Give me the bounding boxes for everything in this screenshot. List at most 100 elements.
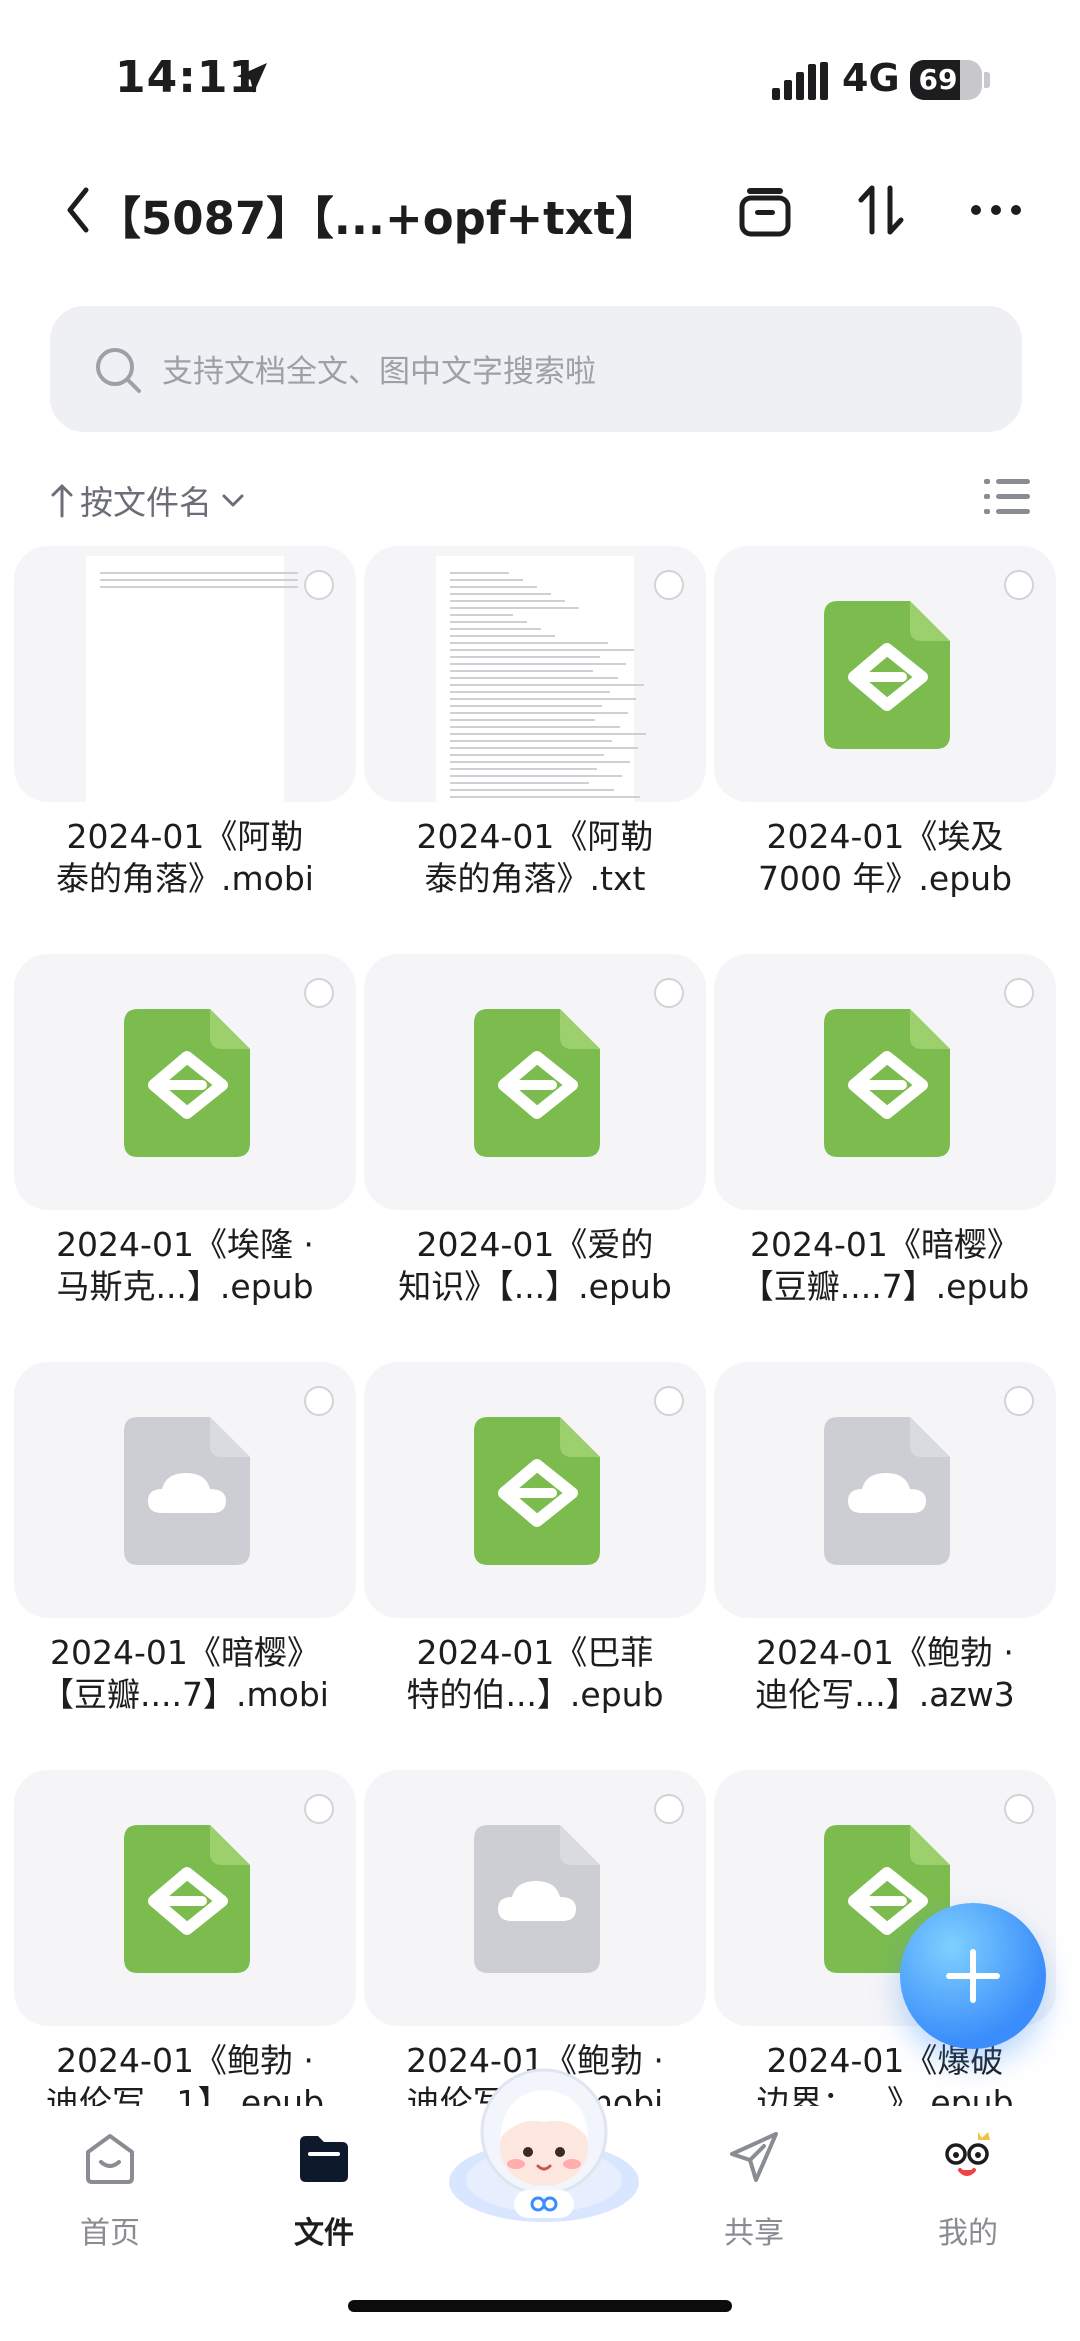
archive-box-icon[interactable] <box>735 180 795 240</box>
select-circle[interactable] <box>654 978 684 1008</box>
select-circle[interactable] <box>654 1794 684 1824</box>
file-name-line: 2024-01《暗樱》 <box>750 1225 1020 1264</box>
file-thumbnail <box>14 1362 356 1618</box>
file-name-line: 2024-01《阿勒 <box>416 817 654 856</box>
list-view-icon[interactable] <box>984 476 1030 518</box>
nav-header: 【5087】【...+opf+txt】 <box>0 160 1080 260</box>
document-preview <box>86 556 298 802</box>
file-thumbnail <box>714 954 1056 1210</box>
select-circle[interactable] <box>304 1794 334 1824</box>
file-item[interactable]: 2024-01《暗樱》 【豆瓣....7】.mobi <box>14 1362 356 1762</box>
file-item[interactable]: 2024-01《埃及 7000 年》.epub <box>714 546 1056 946</box>
file-item[interactable]: 2024-01《埃隆 · 马斯克...】.epub <box>14 954 356 1354</box>
file-name-line: 泰的角落》.txt <box>424 859 646 898</box>
file-thumbnail <box>364 954 706 1210</box>
tab-home-label: 首页 <box>80 2216 140 2251</box>
status-bar: 14:11 4G 69 <box>0 0 1080 150</box>
search-input[interactable]: 支持文档全文、图中文字搜索啦 <box>50 306 1022 432</box>
search-placeholder: 支持文档全文、图中文字搜索啦 <box>162 354 596 390</box>
epub-file-icon <box>124 1009 250 1157</box>
file-name-line: 知识》【...】.epub <box>398 1267 672 1306</box>
file-name-line: 2024-01《爱的 <box>416 1225 654 1264</box>
file-item[interactable]: 2024-01《阿勒 泰的角落》.mobi <box>14 546 356 946</box>
search-icon <box>96 348 141 393</box>
epub-file-icon <box>824 601 950 749</box>
epub-file-icon <box>124 1825 250 1973</box>
select-circle[interactable] <box>1004 1794 1034 1824</box>
mascot-assistant-button[interactable] <box>444 2062 644 2232</box>
network-type: 4G <box>842 56 900 100</box>
file-item[interactable]: 2024-01《巴菲 特的伯...】.epub <box>364 1362 706 1762</box>
tab-share[interactable]: 共享 <box>674 2128 834 2268</box>
battery-icon: 69 <box>910 60 982 100</box>
sort-row: 按文件名 <box>50 470 1030 530</box>
file-item[interactable]: 2024-01《爱的 知识》【...】.epub <box>364 954 706 1354</box>
file-name-line: 2024-01《爆破 <box>766 2041 1004 2080</box>
file-thumbnail <box>14 1770 356 2026</box>
file-thumbnail <box>714 546 1056 802</box>
file-name: 2024-01《爆破边界：...》.epub <box>714 2040 1056 2106</box>
file-thumbnail <box>714 1362 1056 1618</box>
file-name: 2024-01《阿勒 泰的角落》.txt <box>364 816 706 900</box>
home-icon <box>86 2134 134 2184</box>
select-circle[interactable] <box>304 570 334 600</box>
file-item[interactable]: 2024-01《阿勒 泰的角落》.txt <box>364 546 706 946</box>
file-item[interactable]: 2024-01《鲍勃 · 迪伦写...1】.epub <box>14 1770 356 2106</box>
sort-by-name-button[interactable]: 按文件名 <box>50 470 248 530</box>
file-name: 2024-01《埃及 7000 年》.epub <box>714 816 1056 900</box>
select-circle[interactable] <box>1004 570 1034 600</box>
file-name-line: 泰的角落》.mobi <box>56 859 314 898</box>
file-name-line: 2024-01《暗樱》 <box>50 1633 320 1672</box>
tab-me[interactable]: 我的 <box>888 2128 1048 2268</box>
file-name-line: 迪伦写...1】.epub <box>45 2083 325 2106</box>
file-thumbnail <box>364 1362 706 1618</box>
file-name-line: 2024-01《埃及 <box>766 817 1004 856</box>
cloud-file-icon <box>824 1417 950 1565</box>
add-button[interactable] <box>900 1903 1046 2049</box>
epub-file-icon <box>474 1009 600 1157</box>
file-thumbnail <box>364 1770 706 2026</box>
paper-plane-icon <box>730 2132 778 2182</box>
file-item[interactable]: 2024-01《鲍勃 ·迪伦写...】.mobi <box>364 1770 706 2106</box>
tab-home[interactable]: 首页 <box>30 2128 190 2268</box>
file-thumbnail <box>14 954 356 1210</box>
file-name: 2024-01《爱的 知识》【...】.epub <box>364 1224 706 1308</box>
arrow-up-icon <box>51 484 73 518</box>
select-circle[interactable] <box>1004 1386 1034 1416</box>
file-grid: 2024-01《阿勒 泰的角落》.mobi 2024-01《阿勒 泰的角落》.txt 2… <box>14 546 1066 2106</box>
file-name-line: 7000 年》.epub <box>757 859 1013 898</box>
file-name-line: 【豆瓣....7】.epub <box>740 1267 1030 1306</box>
epub-file-icon <box>824 1009 950 1157</box>
select-circle[interactable] <box>654 570 684 600</box>
tab-files[interactable]: 文件 <box>244 2128 404 2268</box>
sort-arrows-icon[interactable] <box>852 180 912 240</box>
back-chevron-icon[interactable] <box>60 182 96 238</box>
folder-icon <box>300 2136 348 2182</box>
file-item[interactable]: 2024-01《暗樱》 【豆瓣....7】.epub <box>714 954 1056 1354</box>
epub-file-icon <box>474 1417 600 1565</box>
page-title: 【5087】【...+opf+txt】 <box>96 192 661 245</box>
select-circle[interactable] <box>304 978 334 1008</box>
tab-share-label: 共享 <box>724 2216 784 2251</box>
battery-percent: 69 <box>918 63 958 96</box>
file-name-line: 边界：...》.epub <box>756 2083 1014 2106</box>
file-name: 2024-01《埃隆 · 马斯克...】.epub <box>14 1224 356 1308</box>
select-circle[interactable] <box>654 1386 684 1416</box>
file-name: 2024-01《阿勒 泰的角落》.mobi <box>14 816 356 900</box>
chevron-down-icon <box>222 494 244 507</box>
file-name-line: 2024-01《巴菲 <box>416 1633 654 1672</box>
cloud-file-icon <box>124 1417 250 1565</box>
file-name-line: 2024-01《鲍勃 · <box>756 1633 1014 1672</box>
tab-me-label: 我的 <box>938 2216 998 2251</box>
sort-label: 按文件名 <box>80 483 212 522</box>
file-name-line: 2024-01《埃隆 · <box>56 1225 314 1264</box>
select-circle[interactable] <box>304 1386 334 1416</box>
file-thumbnail <box>14 546 356 802</box>
document-preview <box>436 556 647 802</box>
file-name: 2024-01《暗樱》 【豆瓣....7】.mobi <box>14 1632 356 1716</box>
file-name-line: 2024-01《鲍勃 · <box>56 2041 314 2080</box>
select-circle[interactable] <box>1004 978 1034 1008</box>
file-item[interactable]: 2024-01《鲍勃 · 迪伦写...】.azw3 <box>714 1362 1056 1762</box>
more-dots-icon[interactable] <box>966 180 1026 240</box>
file-name-line: 马斯克...】.epub <box>56 1267 314 1306</box>
